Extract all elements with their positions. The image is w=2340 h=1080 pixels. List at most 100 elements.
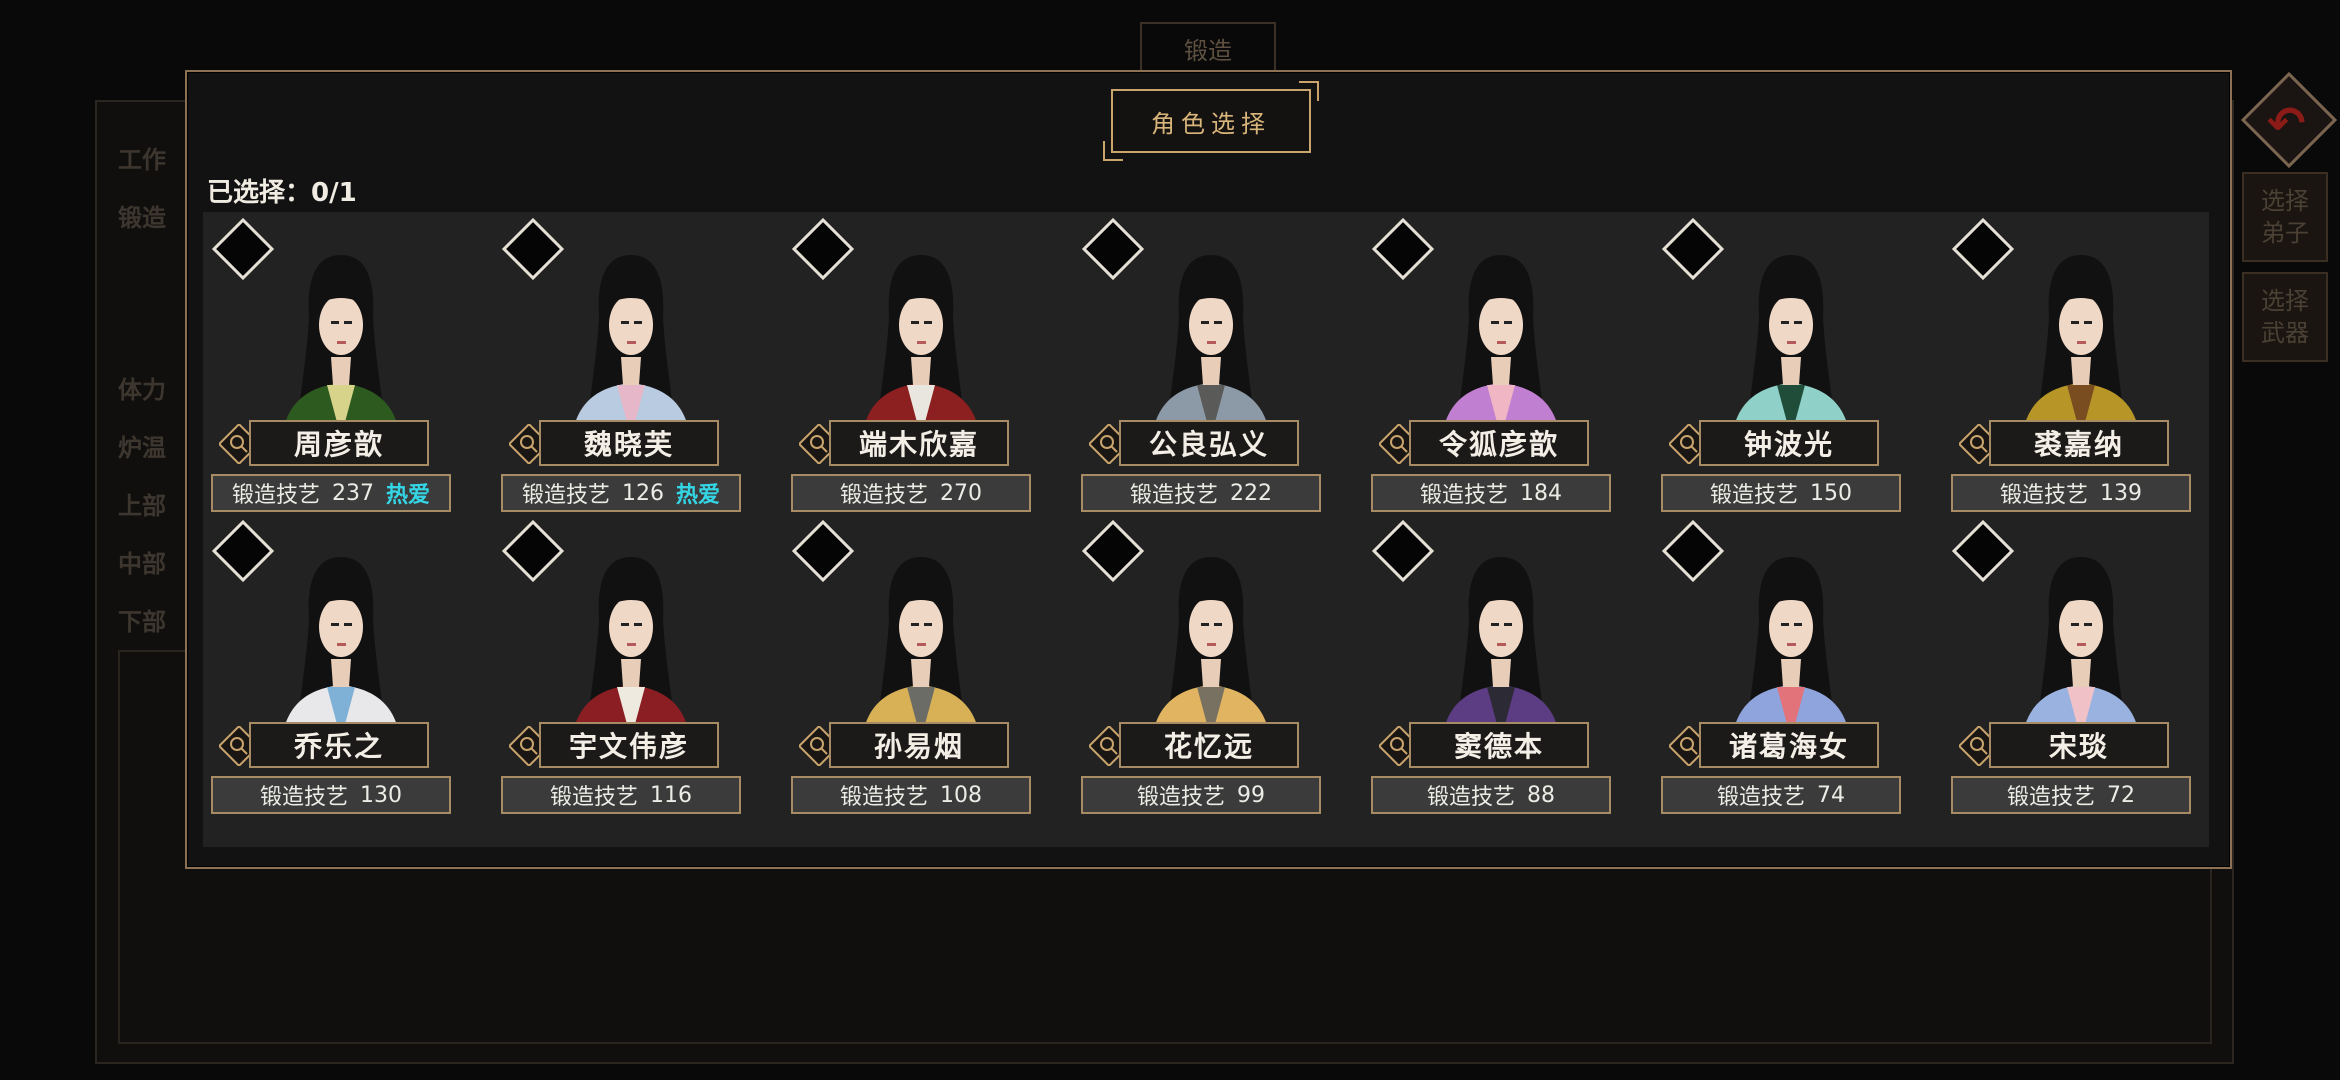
background-label: 下部 — [118, 608, 166, 636]
skill-label: 锻造技艺 — [521, 483, 610, 508]
character-card[interactable]: 宇文伟彦 锻造技艺 116 — [501, 519, 741, 814]
character-card[interactable]: 端木欣嘉 锻造技艺 270 — [791, 217, 1031, 512]
character-card[interactable]: 乔乐之 锻造技艺 130 — [211, 519, 451, 814]
skill-label: 锻造技艺 — [839, 483, 928, 508]
name-bar: 花忆远 — [1089, 722, 1299, 768]
character-name: 孙易烟 — [829, 722, 1009, 768]
background-title: 锻造 — [1140, 22, 1276, 74]
skill-value: 237 — [332, 480, 374, 506]
character-card[interactable]: 宋琰 锻造技艺 72 — [1951, 519, 2191, 814]
character-portrait-frame — [541, 237, 721, 447]
skill-bar: 锻造技艺 222 — [1081, 474, 1321, 512]
skill-label: 锻造技艺 — [1426, 785, 1515, 810]
character-portrait-frame — [1411, 237, 1591, 447]
character-name: 钟波光 — [1699, 420, 1879, 466]
skill-value: 108 — [940, 782, 982, 808]
character-portrait-frame — [541, 539, 721, 749]
name-bar: 公良弘义 — [1089, 420, 1299, 466]
skill-value: 270 — [940, 480, 982, 506]
select-weapon-button[interactable]: 选择 武器 — [2242, 272, 2328, 362]
skill-bar: 锻造技艺 130 — [211, 776, 451, 814]
character-card[interactable]: 花忆远 锻造技艺 99 — [1081, 519, 1321, 814]
character-portrait — [2021, 557, 2141, 749]
name-bar: 令狐彦歆 — [1379, 420, 1589, 466]
character-portrait — [861, 557, 981, 749]
back-button[interactable]: ↶ — [2240, 71, 2338, 169]
character-card[interactable]: 窦德本 锻造技艺 88 — [1371, 519, 1611, 814]
background-label: 工作 — [118, 146, 166, 174]
background-label: 上部 — [118, 492, 166, 520]
name-bar: 窦德本 — [1379, 722, 1589, 768]
back-arrow-icon: ↶ — [2267, 96, 2306, 150]
name-bar: 裘嘉纳 — [1959, 420, 2169, 466]
skill-label: 锻造技艺 — [1136, 785, 1225, 810]
character-name: 花忆远 — [1119, 722, 1299, 768]
background-label: 中部 — [118, 550, 166, 578]
skill-bar: 锻造技艺 184 — [1371, 474, 1611, 512]
character-portrait — [1731, 557, 1851, 749]
character-grid[interactable]: 周彦歆 锻造技艺 237 热爱 魏晓芙 锻造技艺 126 热爱 端木欣嘉 锻造技… — [203, 212, 2209, 847]
skill-bar: 锻造技艺 108 — [791, 776, 1031, 814]
character-portrait-frame — [251, 237, 431, 447]
skill-label: 锻造技艺 — [1129, 483, 1218, 508]
skill-value: 126 — [622, 480, 664, 506]
character-portrait-frame — [1701, 237, 1881, 447]
character-card[interactable]: 周彦歆 锻造技艺 237 热爱 — [211, 217, 451, 512]
skill-value: 72 — [2107, 782, 2135, 808]
character-name: 诸葛海女 — [1699, 722, 1879, 768]
skill-label: 锻造技艺 — [1999, 483, 2088, 508]
background-label: 体力 — [118, 376, 166, 404]
skill-label: 锻造技艺 — [2006, 785, 2095, 810]
name-bar: 魏晓芙 — [509, 420, 719, 466]
character-portrait-frame — [1121, 539, 1301, 749]
select-disciple-button[interactable]: 选择 弟子 — [2242, 172, 2328, 262]
character-portrait-frame — [1411, 539, 1591, 749]
character-card[interactable]: 钟波光 锻造技艺 150 — [1661, 217, 1901, 512]
skill-value: 139 — [2100, 480, 2142, 506]
character-name: 公良弘义 — [1119, 420, 1299, 466]
hot-badge: 热爱 — [386, 483, 431, 508]
skill-bar: 锻造技艺 74 — [1661, 776, 1901, 814]
skill-bar: 锻造技艺 116 — [501, 776, 741, 814]
skill-bar: 锻造技艺 99 — [1081, 776, 1321, 814]
character-card[interactable]: 裘嘉纳 锻造技艺 139 — [1951, 217, 2191, 512]
character-select-modal: 角色选择 已选择：0/1 周彦歆 锻造技艺 237 热爱 魏晓芙 锻造技艺 12… — [185, 70, 2232, 869]
selected-count: 已选择：0/1 — [207, 178, 357, 208]
name-bar: 钟波光 — [1669, 420, 1879, 466]
skill-label: 锻造技艺 — [259, 785, 348, 810]
character-portrait — [861, 255, 981, 447]
character-portrait-frame — [1991, 539, 2171, 749]
character-name: 宇文伟彦 — [539, 722, 719, 768]
character-portrait-frame — [831, 539, 1011, 749]
name-bar: 乔乐之 — [219, 722, 429, 768]
character-portrait — [1441, 557, 1561, 749]
skill-bar: 锻造技艺 139 — [1951, 474, 2191, 512]
skill-bar: 锻造技艺 72 — [1951, 776, 2191, 814]
character-portrait — [1731, 255, 1851, 447]
character-name: 乔乐之 — [249, 722, 429, 768]
skill-label: 锻造技艺 — [1716, 785, 1805, 810]
skill-bar: 锻造技艺 150 — [1661, 474, 1901, 512]
character-name: 周彦歆 — [249, 420, 429, 466]
character-name: 魏晓芙 — [539, 420, 719, 466]
character-portrait — [1151, 255, 1271, 447]
skill-label: 锻造技艺 — [839, 785, 928, 810]
character-card[interactable]: 公良弘义 锻造技艺 222 — [1081, 217, 1321, 512]
character-card[interactable]: 孙易烟 锻造技艺 108 — [791, 519, 1031, 814]
skill-value: 184 — [1520, 480, 1562, 506]
modal-title: 角色选择 — [1103, 81, 1319, 161]
character-card[interactable]: 魏晓芙 锻造技艺 126 热爱 — [501, 217, 741, 512]
character-portrait-frame — [251, 539, 431, 749]
character-card[interactable]: 令狐彦歆 锻造技艺 184 — [1371, 217, 1611, 512]
skill-bar: 锻造技艺 237 热爱 — [211, 474, 451, 512]
character-card[interactable]: 诸葛海女 锻造技艺 74 — [1661, 519, 1901, 814]
name-bar: 周彦歆 — [219, 420, 429, 466]
character-portrait — [1151, 557, 1271, 749]
character-portrait-frame — [1991, 237, 2171, 447]
character-name: 裘嘉纳 — [1989, 420, 2169, 466]
character-portrait — [281, 557, 401, 749]
skill-bar: 锻造技艺 88 — [1371, 776, 1611, 814]
name-bar: 孙易烟 — [799, 722, 1009, 768]
skill-value: 130 — [360, 782, 402, 808]
background-label: 炉温 — [118, 434, 166, 462]
